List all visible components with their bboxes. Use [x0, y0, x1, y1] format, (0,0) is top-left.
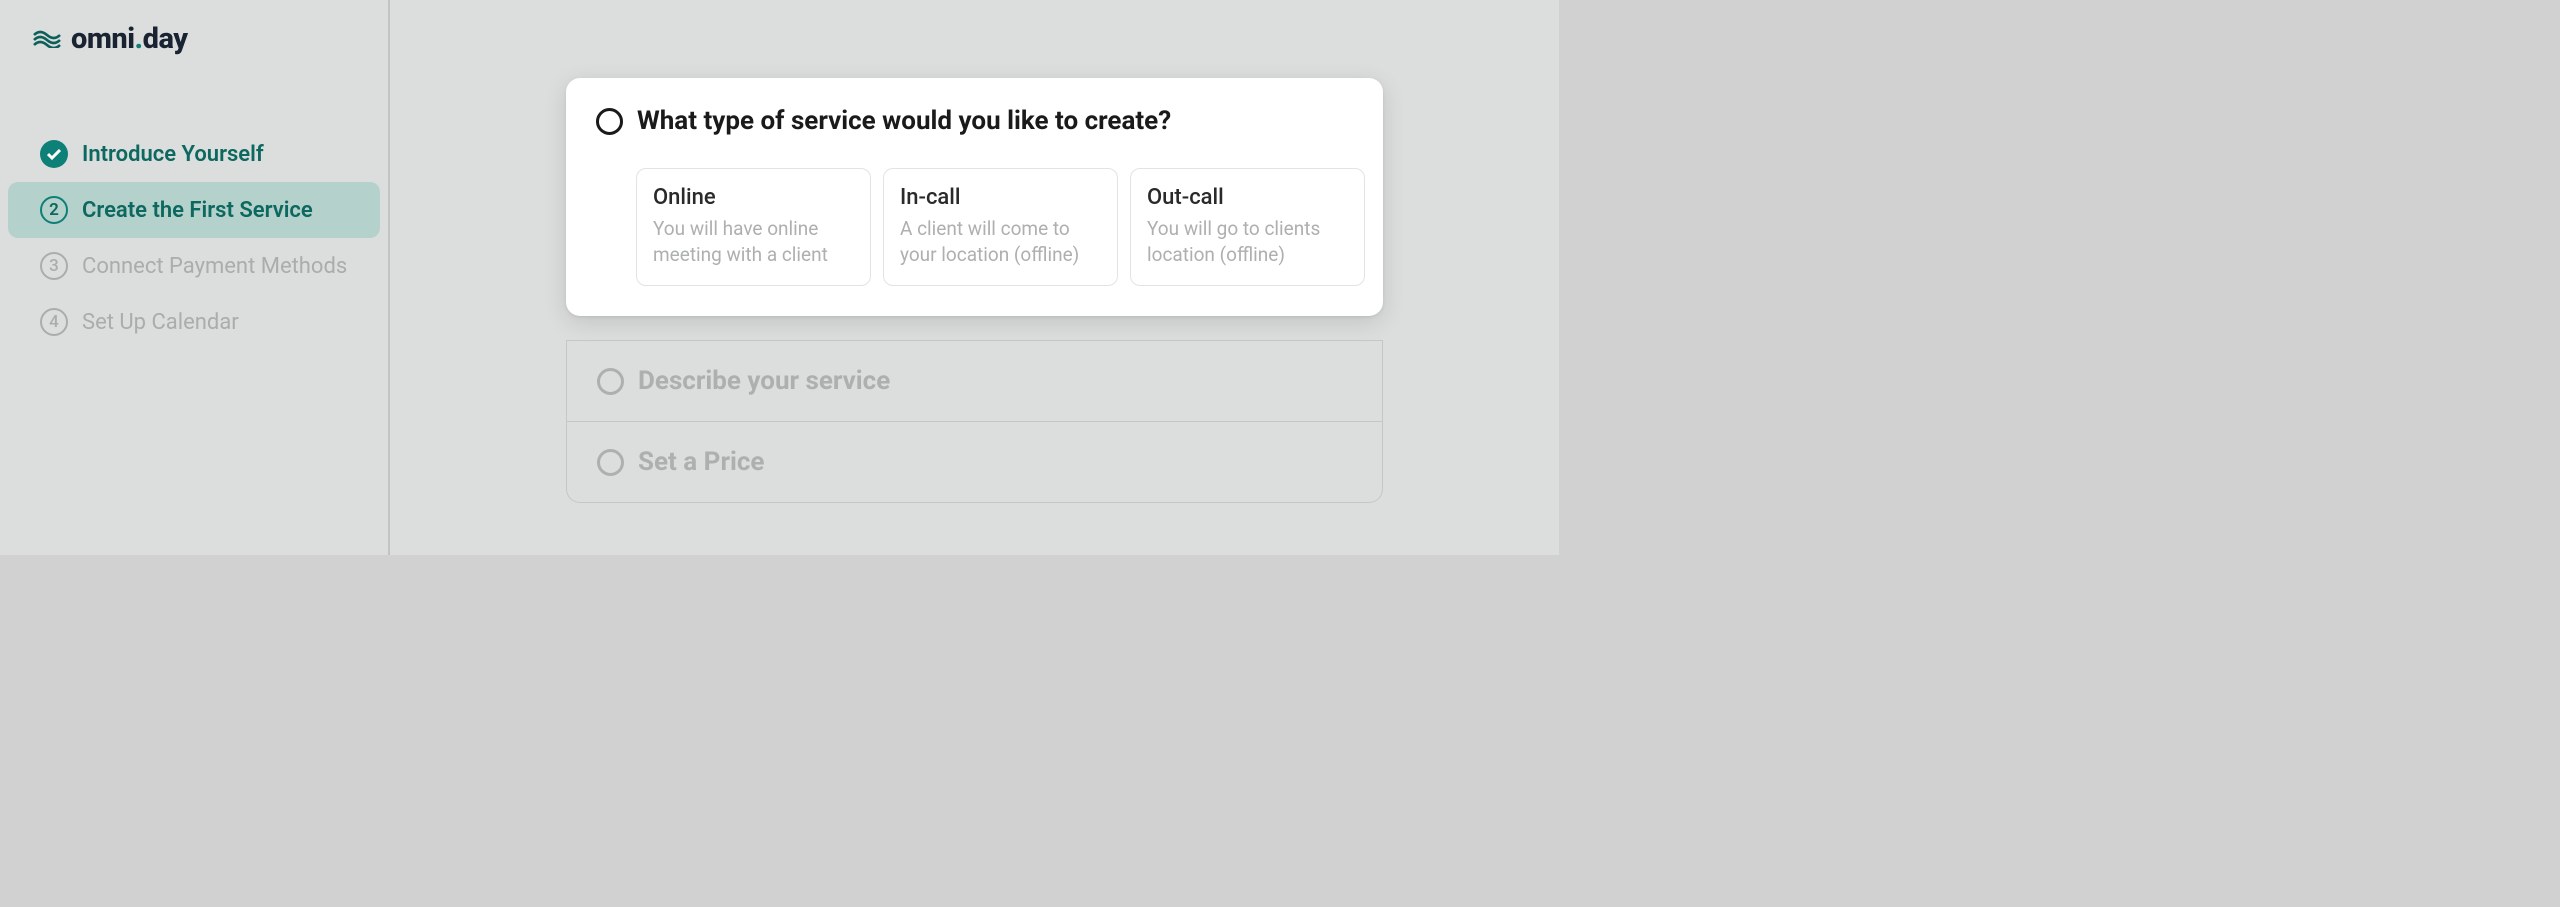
- section-describe-service[interactable]: Describe your service: [566, 340, 1383, 422]
- step-number-icon: 2: [40, 196, 68, 224]
- sidebar: omni.day Introduce Yourself 2 Create the…: [0, 0, 390, 555]
- option-title: Online: [653, 185, 854, 210]
- section-title: What type of service would you like to c…: [637, 106, 1171, 136]
- section-title: Describe your service: [638, 366, 890, 396]
- section-header[interactable]: What type of service would you like to c…: [596, 106, 1365, 136]
- radio-icon: [597, 368, 624, 395]
- form-sections: What type of service would you like to c…: [566, 78, 1383, 555]
- step-number-icon: 4: [40, 308, 68, 336]
- app-container: omni.day Introduce Yourself 2 Create the…: [0, 0, 1559, 555]
- option-title: In-call: [900, 185, 1101, 210]
- option-description: You will have online meeting with a clie…: [653, 216, 854, 267]
- option-description: A client will come to your location (off…: [900, 216, 1101, 267]
- step-label: Create the First Service: [82, 198, 313, 223]
- step-label: Introduce Yourself: [82, 142, 264, 167]
- logo[interactable]: omni.day: [0, 22, 388, 56]
- step-create-first-service[interactable]: 2 Create the First Service: [8, 182, 380, 238]
- check-icon: [40, 140, 68, 168]
- step-setup-calendar[interactable]: 4 Set Up Calendar: [8, 294, 380, 350]
- step-introduce-yourself[interactable]: Introduce Yourself: [8, 126, 380, 182]
- step-number-icon: 3: [40, 252, 68, 280]
- step-label: Set Up Calendar: [82, 310, 239, 335]
- onboarding-steps: Introduce Yourself 2 Create the First Se…: [0, 126, 388, 350]
- step-connect-payment-methods[interactable]: 3 Connect Payment Methods: [8, 238, 380, 294]
- collapsed-sections: Describe your service Set a Price: [566, 340, 1383, 503]
- option-online[interactable]: Online You will have online meeting with…: [636, 168, 871, 286]
- option-out-call[interactable]: Out-call You will go to clients location…: [1130, 168, 1365, 286]
- logo-text: omni.day: [71, 22, 188, 56]
- section-title: Set a Price: [638, 447, 764, 477]
- radio-icon: [597, 449, 624, 476]
- option-title: Out-call: [1147, 185, 1348, 210]
- section-service-type: What type of service would you like to c…: [566, 78, 1383, 316]
- main-content: What type of service would you like to c…: [390, 0, 1559, 555]
- option-description: You will go to clients location (offline…: [1147, 216, 1348, 267]
- service-type-options: Online You will have online meeting with…: [596, 168, 1365, 286]
- option-in-call[interactable]: In-call A client will come to your locat…: [883, 168, 1118, 286]
- radio-icon: [596, 108, 623, 135]
- logo-icon: [33, 26, 61, 52]
- step-label: Connect Payment Methods: [82, 254, 347, 279]
- section-set-price[interactable]: Set a Price: [566, 422, 1383, 503]
